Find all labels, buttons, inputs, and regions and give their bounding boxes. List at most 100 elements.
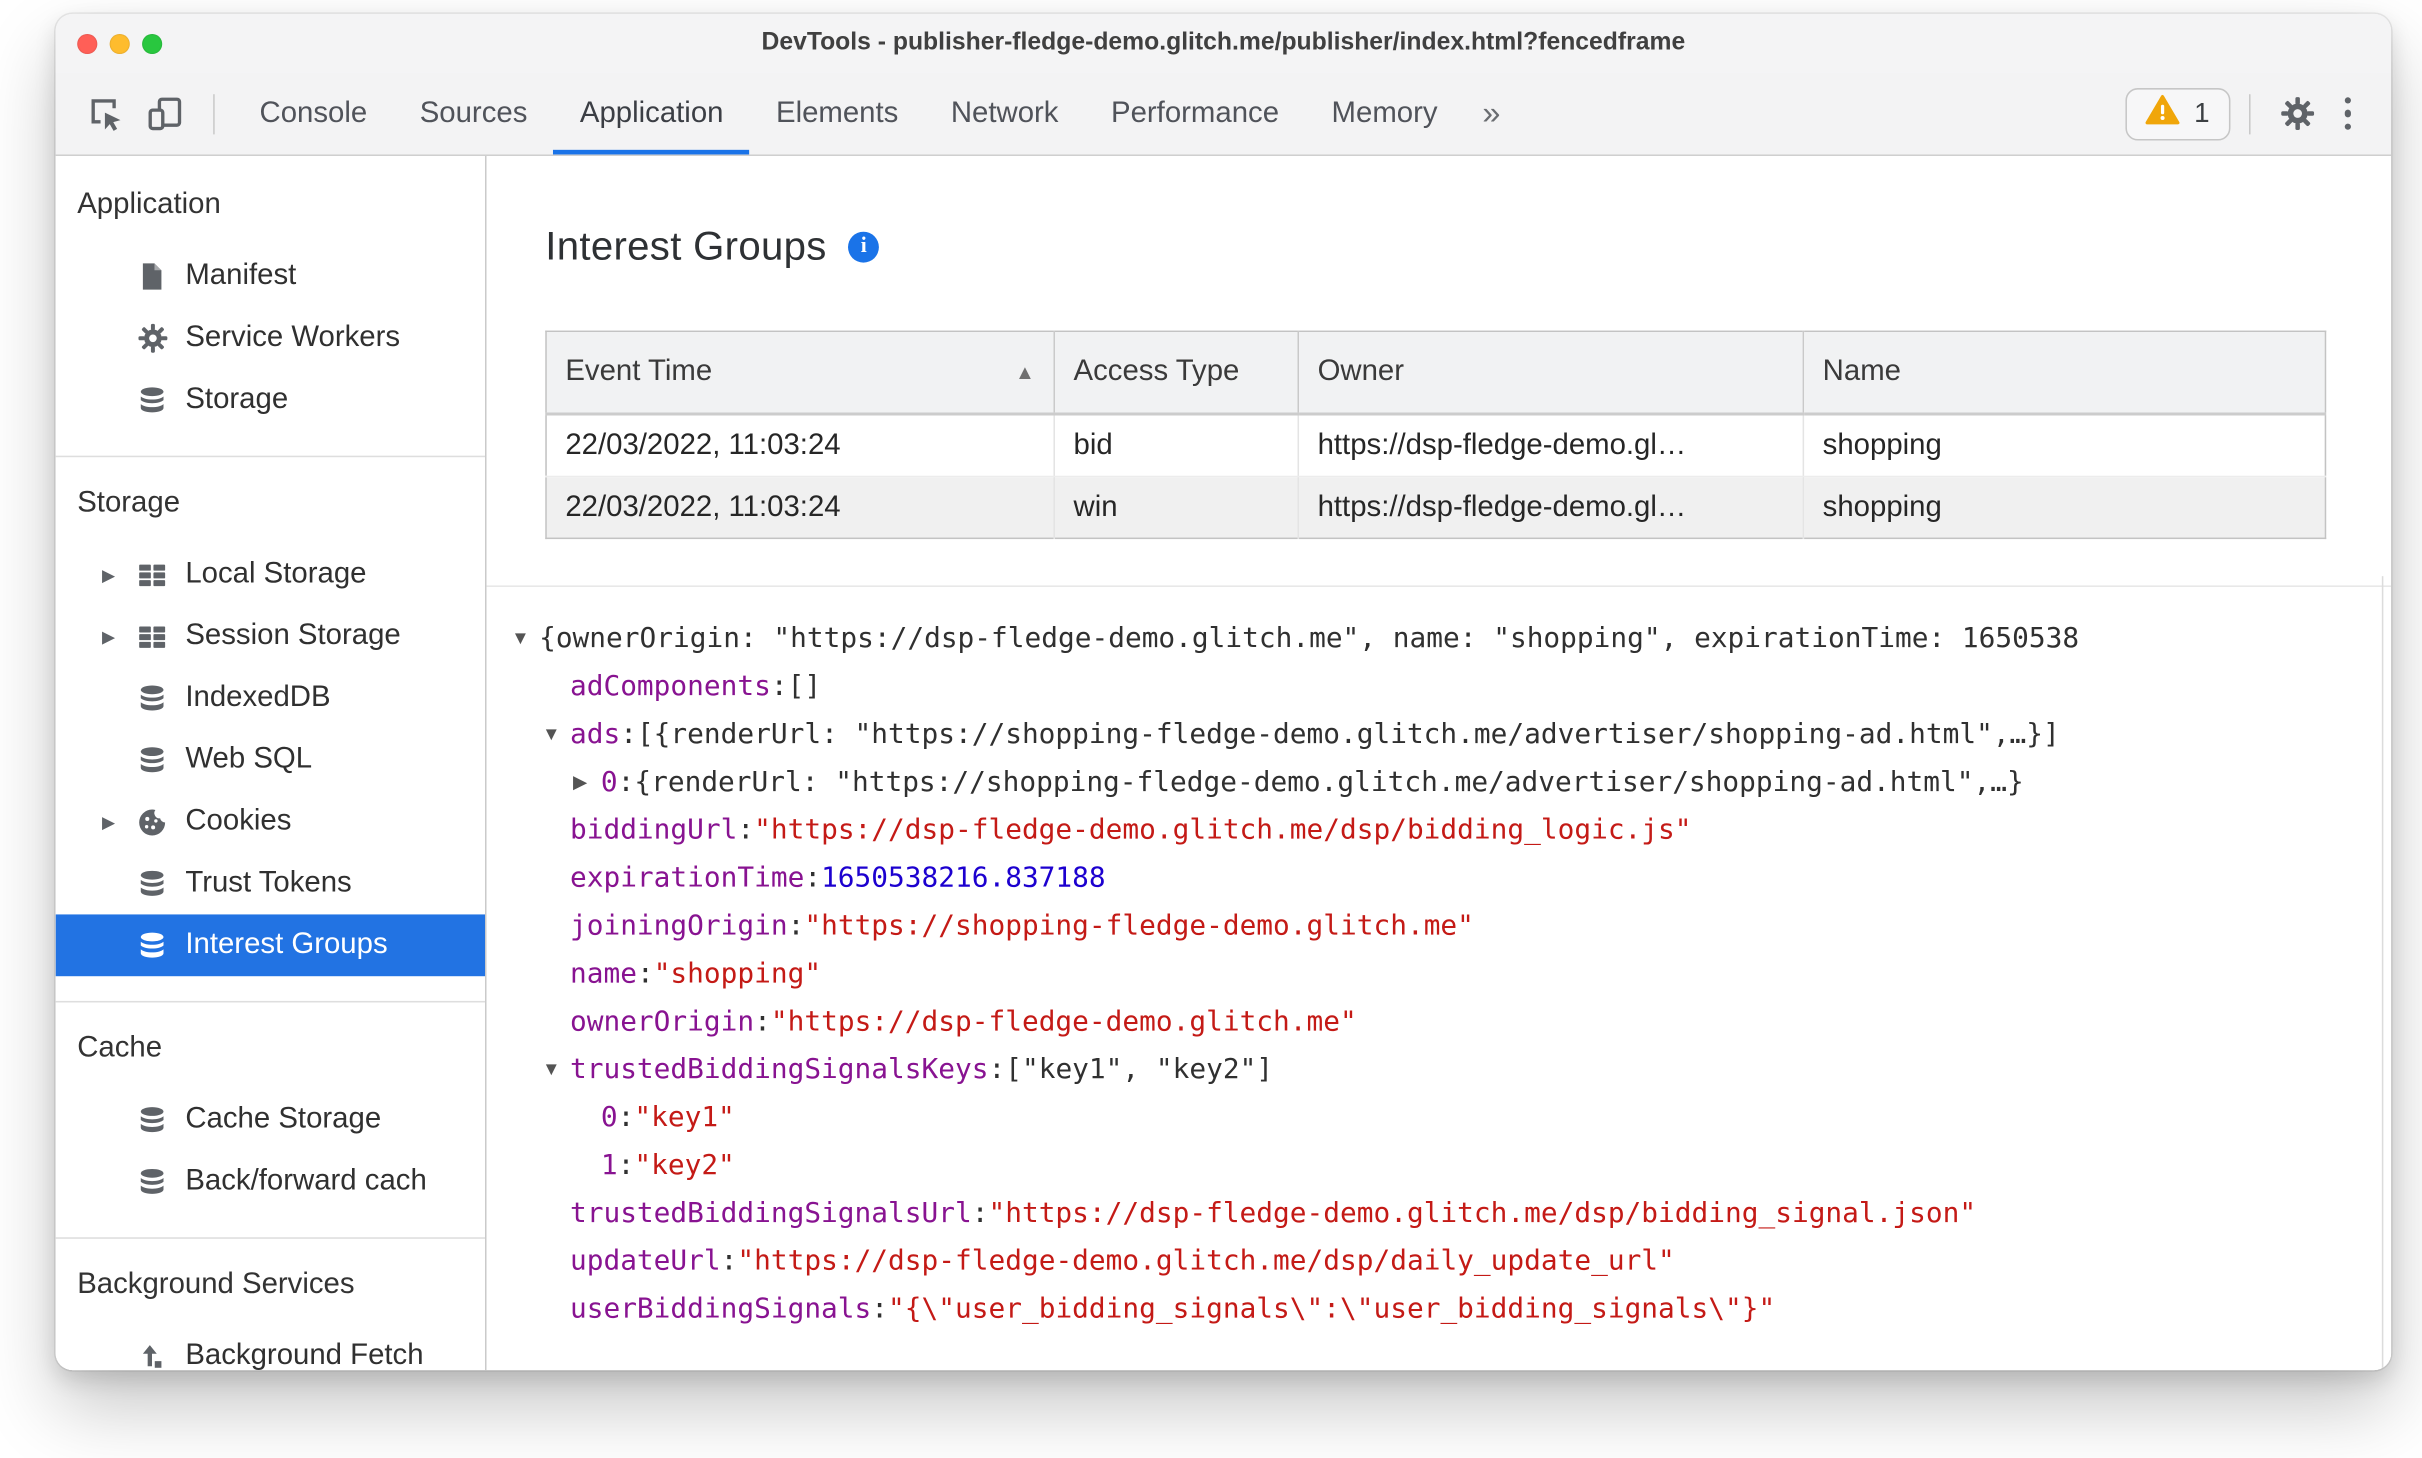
inspect-element-icon[interactable]: [86, 93, 126, 133]
interest-groups-panel: Interest Groups i Event Time ▲ Access Type…: [486, 156, 2392, 1371]
column-header-event-time[interactable]: Event Time ▲: [546, 331, 1055, 416]
sidebar-section-application: Application Manifest Service Workers Storag…: [55, 175, 486, 458]
database-icon: [136, 929, 170, 961]
sidebar-item-label: Session Storage: [185, 619, 401, 652]
table-cell: win: [1054, 476, 1300, 539]
sidebar-item-cache-storage[interactable]: Cache Storage: [56, 1089, 485, 1151]
sidebar-item-background-fetch[interactable]: Background Fetch: [56, 1325, 485, 1370]
kebab-menu-icon[interactable]: [2335, 94, 2360, 133]
tree-line: userBiddingSignals: "{\"user_bidding_sig…: [511, 1285, 2391, 1333]
tree-segment-plain: :: [737, 814, 755, 847]
cookie-icon: [136, 806, 170, 838]
table-icon: [136, 620, 170, 652]
scrollbar-track[interactable]: [2381, 576, 2384, 1371]
tree-segment-plain: :: [804, 861, 822, 895]
tree-segment-plain: [{renderUrl: "https://shopping-fledge-de…: [636, 718, 2060, 751]
tree-segment-str: "https://dsp-fledge-demo.glitch.me/dsp/b…: [754, 814, 1692, 847]
table-cell: shopping: [1803, 476, 2326, 539]
tab-console[interactable]: Console: [233, 73, 393, 155]
sidebar-item-cookies[interactable]: ▶ Cookies: [56, 791, 485, 853]
settings-gear-icon[interactable]: [2278, 94, 2317, 133]
sidebar-item-indexeddb[interactable]: IndexedDB: [56, 667, 485, 729]
column-header-access-type[interactable]: Access Type: [1054, 331, 1300, 416]
database-icon: [136, 384, 170, 416]
devtools-toolbar: Console Sources Application Elements Network…: [55, 72, 2392, 157]
tree-line[interactable]: ▶ 0: {renderUrl: "https://shopping-fledge…: [511, 758, 2391, 806]
column-header-owner[interactable]: Owner: [1298, 331, 1805, 416]
sidebar-item-label: Web SQL: [185, 742, 313, 776]
sidebar-item-interest-groups[interactable]: Interest Groups: [55, 914, 486, 977]
tree-segment-plain: :: [787, 909, 805, 943]
tab-network[interactable]: Network: [925, 73, 1085, 155]
table-cell: bid: [1054, 413, 1300, 478]
close-window-button[interactable]: [77, 33, 98, 54]
sidebar-item-back-forward-cach[interactable]: Back/forward cach: [56, 1151, 485, 1213]
more-tabs-chevron-icon[interactable]: »: [1464, 73, 1519, 155]
tab-performance[interactable]: Performance: [1085, 73, 1306, 155]
tab-application[interactable]: Application: [553, 73, 750, 155]
devtools-content: Application Manifest Service Workers Storag…: [55, 156, 2392, 1371]
tree-segment-plain: :: [871, 1292, 889, 1326]
tree-segment-plain: :: [617, 1149, 635, 1182]
table-row[interactable]: 22/03/2022, 11:03:24 win https://dsp-fledg…: [546, 476, 2326, 539]
tree-line[interactable]: ▼ {ownerOrigin: "https://dsp-fledge-demo.…: [511, 615, 2391, 663]
sidebar-item-manifest[interactable]: Manifest: [56, 246, 485, 308]
database-icon: [136, 682, 170, 714]
tab-memory[interactable]: Memory: [1305, 73, 1464, 155]
tree-segment-key: updateUrl: [569, 1244, 721, 1278]
sidebar-item-service-workers[interactable]: Service Workers: [56, 307, 485, 369]
tree-segment-plain: :: [988, 1053, 1006, 1086]
tree-segment-plain: :: [720, 1244, 738, 1278]
collapse-arrow-icon[interactable]: ▼: [542, 711, 570, 759]
tree-segment-plain: :: [770, 670, 788, 703]
tree-segment-key: name: [569, 957, 637, 991]
minimize-window-button[interactable]: [109, 33, 130, 54]
sidebar-item-trust-tokens[interactable]: Trust Tokens: [56, 853, 485, 915]
expand-arrow-icon[interactable]: ▶: [102, 565, 136, 585]
tree-segment-plain: ["key1", "key2"]: [1005, 1053, 1274, 1086]
zoom-window-button[interactable]: [142, 33, 163, 54]
tree-segment-key: 1: [600, 1149, 618, 1182]
sidebar-item-label: Cache Storage: [185, 1102, 382, 1136]
tree-segment-str: "key1": [634, 1101, 735, 1134]
sidebar-item-storage[interactable]: Storage: [56, 369, 485, 431]
sidebar-item-label: Interest Groups: [185, 928, 388, 961]
sidebar-item-web-sql[interactable]: Web SQL: [56, 729, 485, 791]
database-icon: [136, 744, 170, 776]
database-icon: [136, 1104, 170, 1136]
expand-arrow-icon[interactable]: ▶: [102, 812, 136, 832]
toolbar-divider: [213, 93, 215, 134]
tab-elements[interactable]: Elements: [750, 73, 925, 155]
info-icon[interactable]: i: [848, 230, 880, 262]
collapse-arrow-icon[interactable]: ▼: [542, 1046, 570, 1094]
sidebar-item-label: Local Storage: [185, 557, 367, 591]
column-header-name[interactable]: Name: [1803, 331, 2326, 416]
tree-segment-str: "https://dsp-fledge-demo.glitch.me/dsp/b…: [988, 1197, 1977, 1230]
tree-segment-plain: {renderUrl: "https://shopping-fledge-dem…: [634, 766, 2024, 799]
table-cell: 22/03/2022, 11:03:24: [546, 413, 1055, 478]
collapse-arrow-icon[interactable]: ▼: [511, 615, 539, 663]
table-row[interactable]: 22/03/2022, 11:03:24 bid https://dsp-fledg…: [546, 413, 2326, 478]
tree-segment-key: ownerOrigin: [569, 1005, 755, 1038]
tree-segment-plain: {ownerOrigin: "https://dsp-fledge-demo.g…: [539, 622, 2080, 655]
tree-segment-str: "key2": [634, 1149, 735, 1182]
tab-sources[interactable]: Sources: [393, 73, 553, 155]
expand-arrow-icon[interactable]: ▶: [573, 758, 601, 806]
expand-arrow-icon[interactable]: ▶: [102, 626, 136, 647]
issues-counter[interactable]: 1: [2126, 87, 2230, 140]
sidebar-section-storage: Storage ▶ Local Storage ▶ Session Storage Ind…: [55, 457, 486, 1003]
sidebar-item-label: Manifest: [185, 259, 297, 292]
tree-line[interactable]: ▼ trustedBiddingSignalsKeys: ["key1", "ke…: [511, 1046, 2391, 1094]
tree-segment-plain: :: [971, 1197, 989, 1230]
application-sidebar: Application Manifest Service Workers Storag…: [55, 156, 487, 1371]
sidebar-item-local-storage[interactable]: ▶ Local Storage: [56, 544, 485, 606]
toolbar-divider: [2248, 93, 2250, 134]
warning-icon: [2146, 94, 2181, 133]
sidebar-item-session-storage[interactable]: ▶ Session Storage: [56, 605, 485, 667]
tree-line[interactable]: ▼ ads: [{renderUrl: "https://shopping-fle…: [511, 711, 2391, 759]
sidebar-section-title: Background Services: [77, 1268, 355, 1301]
interest-group-events-table: Event Time ▲ Access Type Owner Name 22/03/20…: [545, 330, 2327, 540]
sidebar-item-label: Service Workers: [185, 321, 401, 354]
device-toolbar-icon[interactable]: [145, 93, 185, 133]
tree-segment-str: "shopping": [653, 957, 822, 991]
